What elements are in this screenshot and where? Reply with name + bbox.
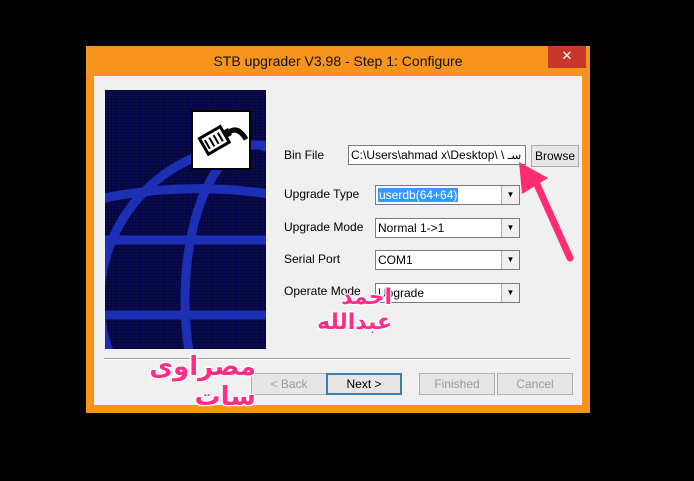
upgrade-type-label: Upgrade Type [284,187,360,201]
serial-port-value: COM1 [378,253,413,267]
serial-port-select[interactable]: COM1 ▼ [375,250,520,270]
finished-button[interactable]: Finished [419,373,495,395]
pointer-arrow-icon [519,162,574,262]
channel-name-overlay: مصراوى سات [149,352,256,412]
plug-icon [191,110,251,170]
window-title: STB upgrader V3.98 - Step 1: Configure [213,53,463,69]
chevron-down-icon[interactable]: ▼ [501,284,519,302]
upgrade-mode-value: Normal 1->1 [378,221,445,235]
bin-file-label: Bin File [284,148,325,162]
close-button[interactable]: ✕ [548,46,586,68]
upgrade-type-select[interactable]: userdb(64+64) ▼ [375,185,520,205]
serial-port-label: Serial Port [284,252,341,266]
author-name-overlay: احمد عبدالله [317,285,392,335]
wizard-side-image [105,90,266,349]
operate-mode-select[interactable]: Upgrade ▼ [375,283,520,303]
cancel-button[interactable]: Cancel [497,373,573,395]
next-button[interactable]: Next > [326,373,402,395]
upgrade-mode-select[interactable]: Normal 1->1 ▼ [375,218,520,238]
upgrade-mode-label: Upgrade Mode [284,220,364,234]
back-button[interactable]: < Back [251,373,327,395]
title-bar[interactable]: STB upgrader V3.98 - Step 1: Configure ✕ [86,46,590,76]
upgrade-type-value: userdb(64+64) [378,188,459,202]
